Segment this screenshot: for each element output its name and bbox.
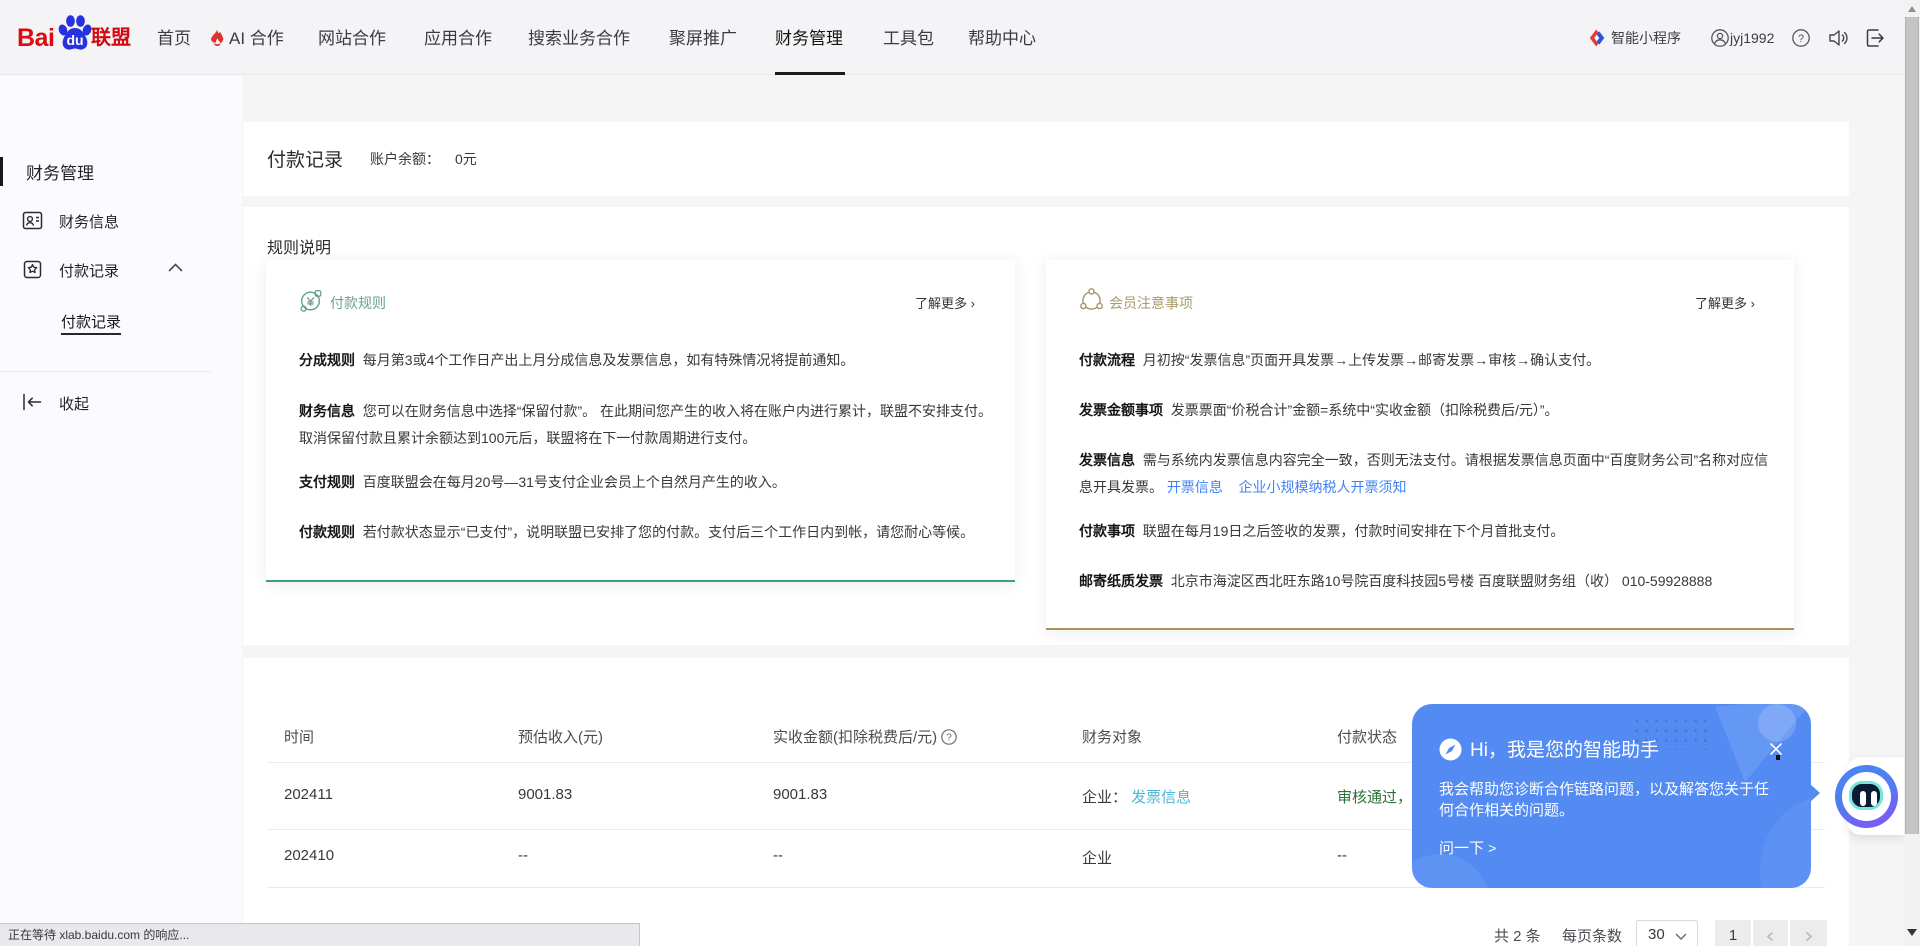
svg-text:?: ? bbox=[947, 733, 953, 744]
svg-text:du: du bbox=[66, 32, 83, 48]
svg-text:?: ? bbox=[1798, 33, 1804, 45]
